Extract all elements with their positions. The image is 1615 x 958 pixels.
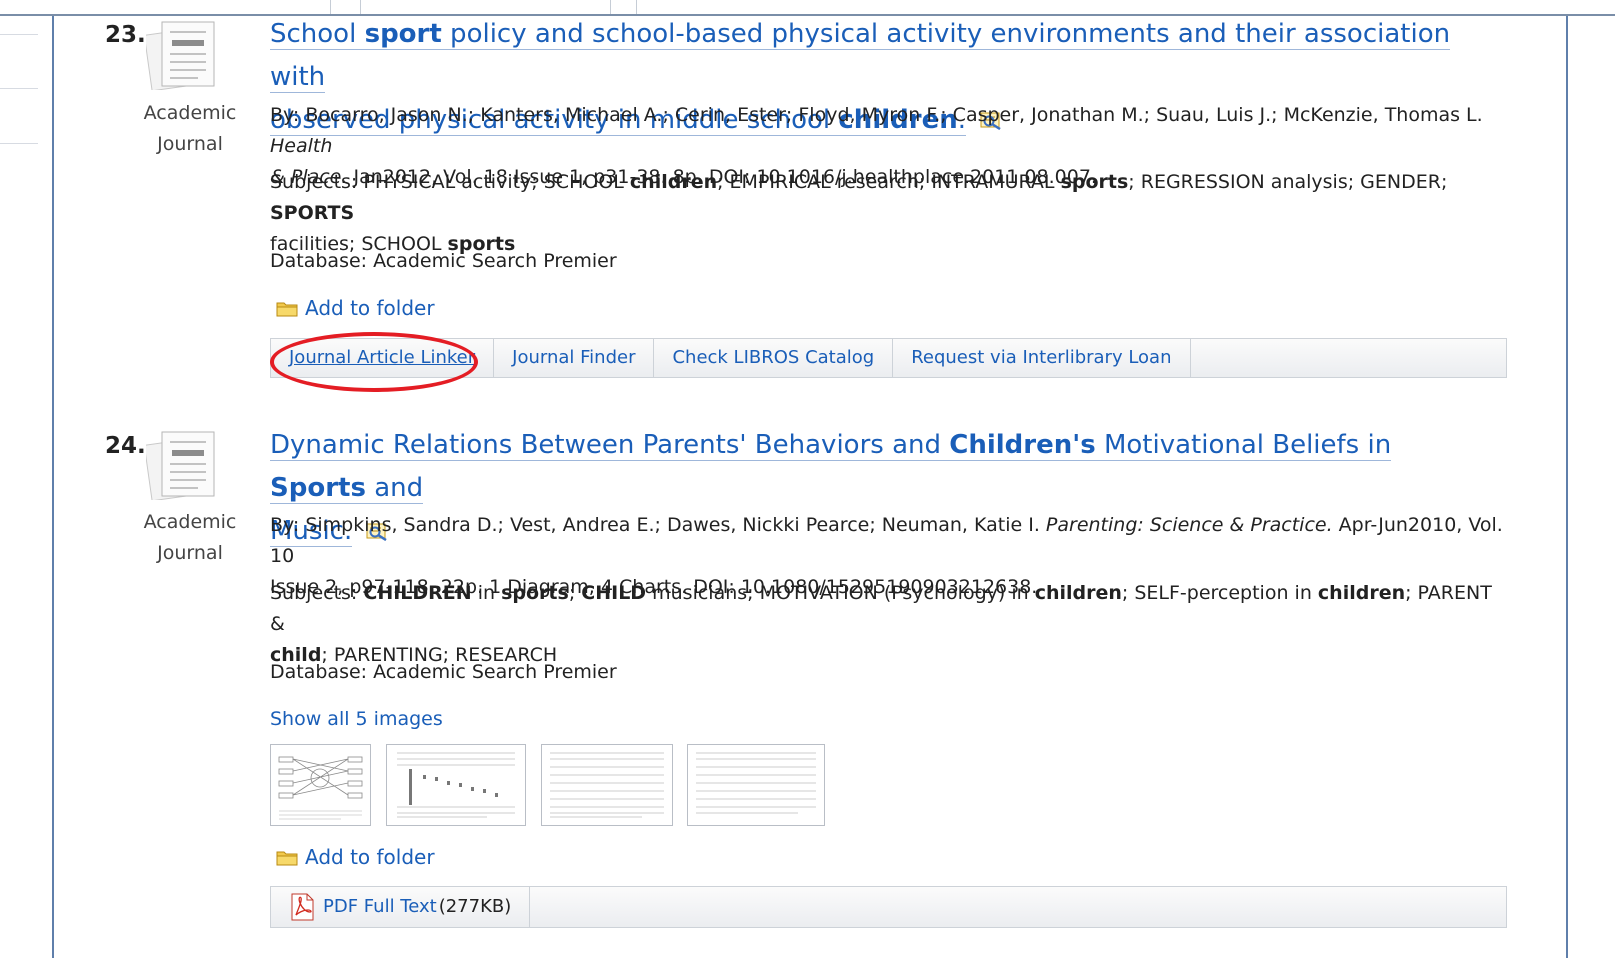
text-run: ; SELF-perception in xyxy=(1121,582,1318,604)
database-label: Database: Academic Search Premier xyxy=(270,661,617,683)
text-run: ; EMPIRICAL research; INTRAMURAL xyxy=(717,171,1061,193)
highlighted-term: CHILD xyxy=(581,582,647,604)
highlighted-term: children xyxy=(629,171,718,193)
doc-type-line: Academic xyxy=(143,511,237,533)
title-line[interactable]: Dynamic Relations Between Parents' Behav… xyxy=(270,430,1392,504)
source-title: Health xyxy=(270,135,333,157)
journal-article-linker-link[interactable]: Journal Article Linker xyxy=(271,338,495,378)
link-toolbar: Journal Article Linker Journal Finder Ch… xyxy=(270,338,1507,378)
pdf-full-text-link[interactable]: PDF Full Text (277KB) xyxy=(271,886,531,928)
add-to-folder-label[interactable]: Add to folder xyxy=(305,845,435,869)
doc-type-line: Journal xyxy=(157,542,223,564)
highlighted-term: sports xyxy=(501,582,569,604)
sidebar-divider xyxy=(0,34,38,35)
academic-journal-icon[interactable] xyxy=(146,18,218,90)
result-number: 23. xyxy=(105,22,146,48)
content-frame-left xyxy=(52,16,54,958)
highlighted-term[interactable]: Sports xyxy=(270,473,366,503)
text-run[interactable]: and xyxy=(366,473,423,503)
doc-type-line: Journal xyxy=(157,133,223,155)
tab-segment xyxy=(360,0,611,14)
highlighted-term[interactable]: sport xyxy=(365,19,442,49)
database-label: Database: Academic Search Premier xyxy=(270,250,617,272)
source-title: Parenting: Science & Practice. xyxy=(1045,514,1333,536)
folder-icon xyxy=(276,851,298,865)
image-thumbnail[interactable] xyxy=(386,744,526,826)
journal-finder-link[interactable]: Journal Finder xyxy=(494,338,655,378)
subjects-line: Subjects: PHYSICAL activity; SCHOOL chil… xyxy=(270,167,1505,229)
image-thumbnail[interactable] xyxy=(687,744,825,826)
tab-segment xyxy=(330,0,361,14)
folder-icon xyxy=(276,302,298,316)
pdf-toolbar: PDF Full Text (277KB) xyxy=(270,886,1507,928)
content-frame-right xyxy=(1566,16,1568,958)
doc-type-label: Academic Journal xyxy=(136,98,244,160)
sidebar-divider xyxy=(0,88,38,89)
text-run: ; REGRESSION analysis; GENDER; xyxy=(1128,171,1448,193)
pdf-file-size: (277KB) xyxy=(438,896,512,917)
authors: By: Simpkins, Sandra D.; Vest, Andrea E.… xyxy=(270,514,1046,536)
sidebar-divider xyxy=(0,143,38,144)
highlighted-term: children xyxy=(1317,582,1406,604)
show-all-images-link[interactable]: Show all 5 images xyxy=(270,708,443,730)
pdf-full-text-label[interactable]: PDF Full Text xyxy=(323,887,437,927)
academic-journal-icon[interactable] xyxy=(146,428,218,500)
highlighted-term: SPORTS xyxy=(270,202,355,224)
text-run: in xyxy=(471,582,502,604)
check-libros-catalog-link[interactable]: Check LIBROS Catalog xyxy=(654,338,894,378)
image-thumbnail[interactable] xyxy=(270,744,371,826)
highlighted-term[interactable]: Children's xyxy=(949,430,1095,460)
subjects-line: Subjects: CHILDREN in sports; CHILD musi… xyxy=(270,578,1505,640)
text-run: ; xyxy=(568,582,582,604)
image-thumbnail[interactable] xyxy=(541,744,673,826)
add-to-folder-label[interactable]: Add to folder xyxy=(305,296,435,320)
chart-thumbnail-icon xyxy=(397,752,515,818)
tab-segment xyxy=(70,0,331,14)
request-interlibrary-loan-link[interactable]: Request via Interlibrary Loan xyxy=(893,338,1191,378)
doc-type-label: Academic Journal xyxy=(136,507,244,569)
add-to-folder-link[interactable]: Add to folder xyxy=(276,296,435,320)
text-run: Subjects: xyxy=(270,582,364,604)
highlighted-term: children xyxy=(1034,582,1122,604)
diagram-thumbnail-icon xyxy=(278,756,363,820)
add-to-folder-link[interactable]: Add to folder xyxy=(276,845,435,869)
doc-type-line: Academic xyxy=(143,102,237,124)
text-run[interactable]: Motivational Beliefs in xyxy=(1096,430,1391,460)
authors: By: Bocarro, Jason N.; Kanters, Michael … xyxy=(270,104,1483,126)
tab-segment xyxy=(610,0,637,14)
text-run[interactable]: School xyxy=(270,19,365,49)
text-run: Subjects: PHYSICAL activity; SCHOOL xyxy=(270,171,630,193)
result-number: 24. xyxy=(105,433,146,459)
table-thumbnail-icon xyxy=(696,752,816,814)
text-run: musicians; MOTIVATION (Psychology) in xyxy=(646,582,1035,604)
highlighted-term: sports xyxy=(1060,171,1129,193)
title-line[interactable]: School sport policy and school-based phy… xyxy=(270,19,1451,93)
text-run[interactable]: Dynamic Relations Between Parents' Behav… xyxy=(270,430,949,460)
pdf-icon xyxy=(291,893,314,921)
highlighted-term: CHILDREN xyxy=(363,582,472,604)
table-thumbnail-icon xyxy=(550,752,664,818)
text-run[interactable]: policy and school-based physical activit… xyxy=(270,19,1450,92)
